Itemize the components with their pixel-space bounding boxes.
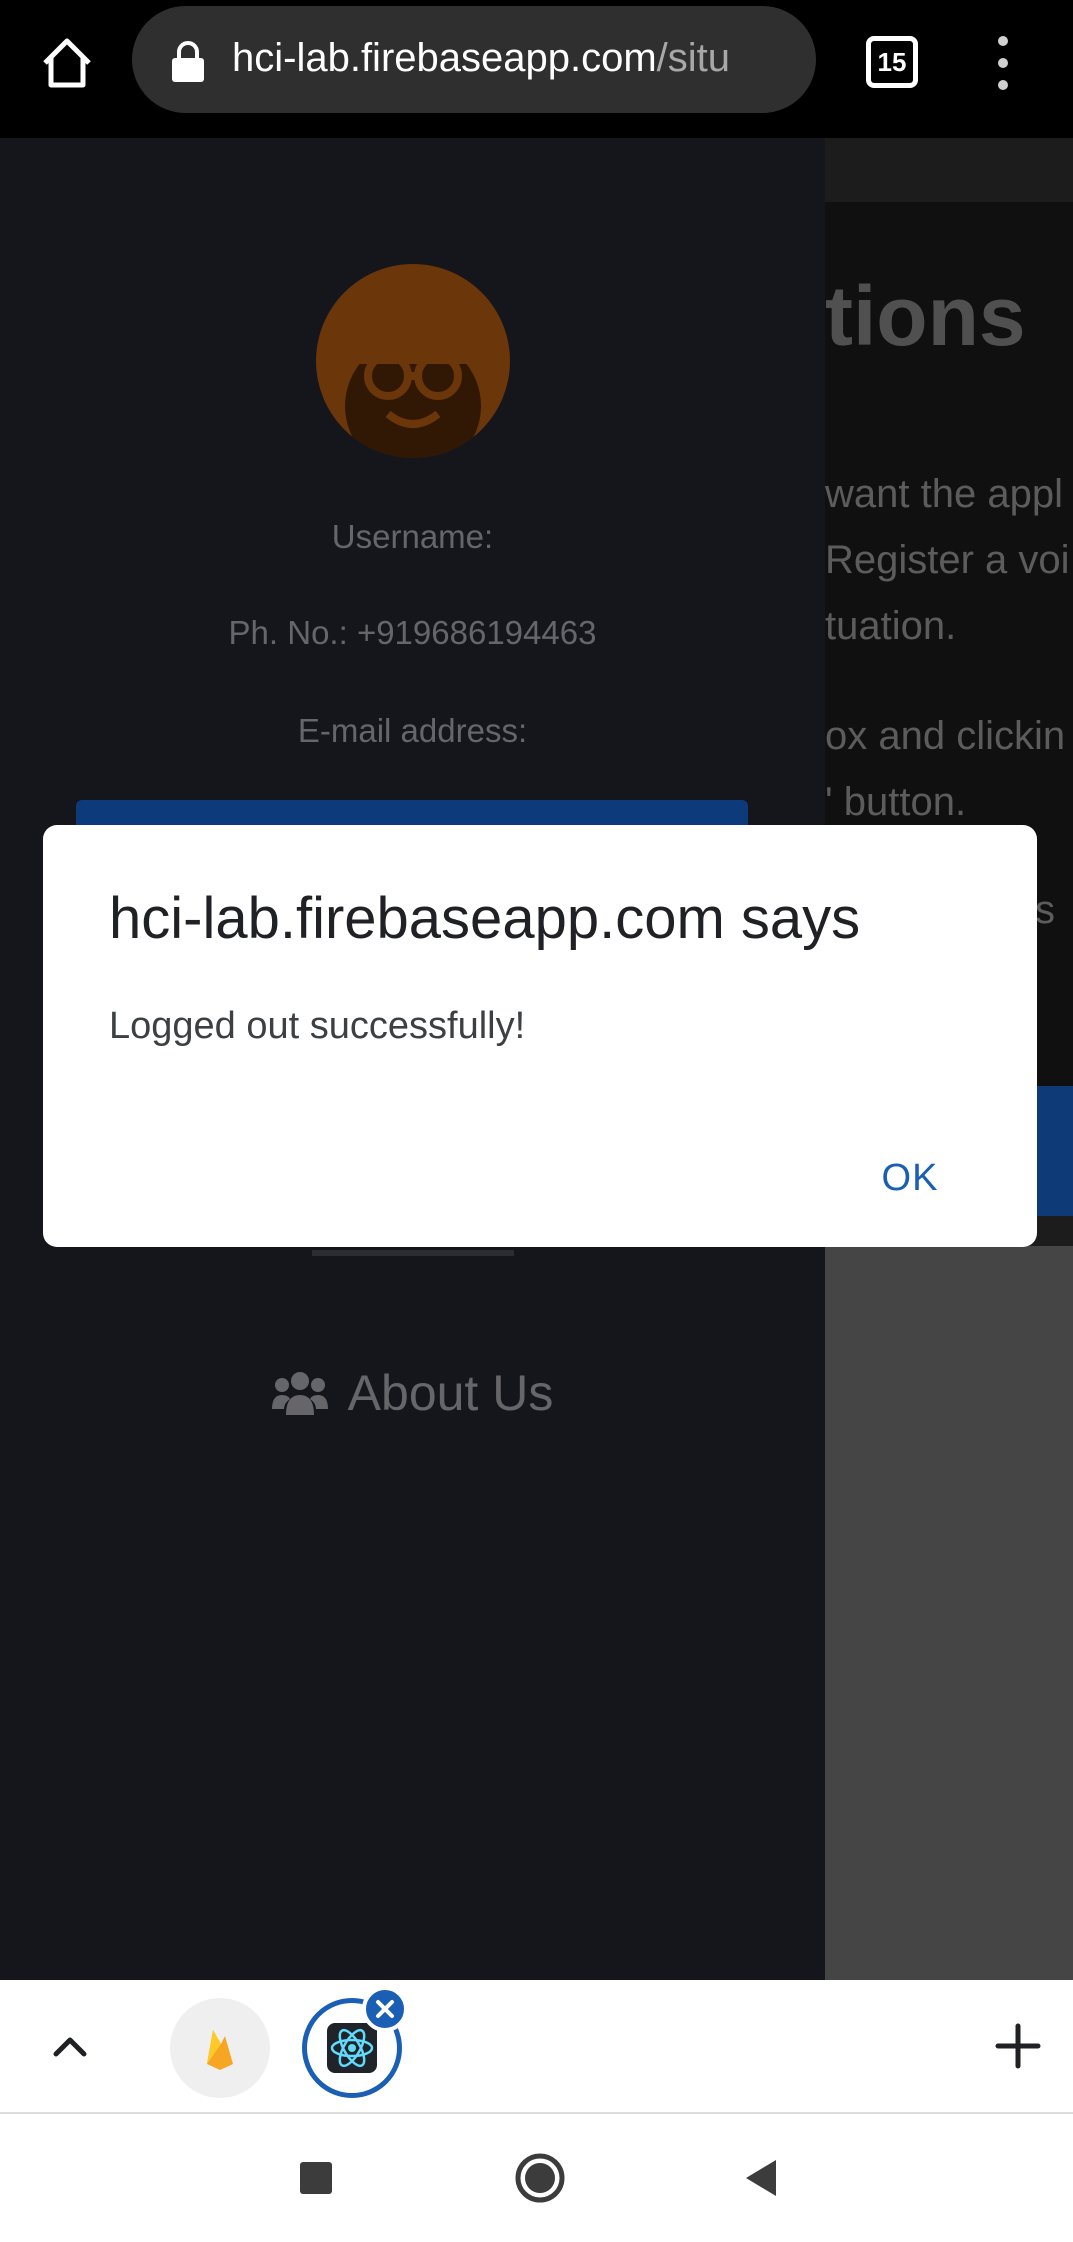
main-line-1: want the appl — [825, 472, 1063, 516]
tab-firebase[interactable] — [170, 1998, 270, 2098]
square-icon — [300, 2162, 332, 2194]
close-tab-button[interactable] — [362, 1986, 408, 2032]
about-us-link[interactable]: About Us — [0, 1364, 825, 1422]
circle-icon — [515, 2153, 565, 2203]
more-menu-button[interactable] — [980, 30, 1026, 96]
url-domain: hci-lab.firebaseapp.com — [232, 36, 657, 80]
dialog-title: hci-lab.firebaseapp.com says — [109, 886, 861, 951]
divider — [312, 1250, 514, 1256]
system-nav-bar — [0, 2114, 1073, 2242]
main-title: tions — [825, 269, 1026, 363]
more-vert-icon — [998, 36, 1008, 46]
main-line-6: s — [1035, 888, 1055, 932]
tab-switcher-button[interactable]: 15 — [860, 30, 926, 96]
home-nav-button[interactable] — [510, 2148, 570, 2208]
home-button[interactable] — [30, 26, 104, 100]
url-text: hci-lab.firebaseapp.com/situ — [232, 36, 792, 81]
dialog-message: Logged out successfully! — [109, 1005, 526, 1047]
tab-count: 15 — [866, 36, 918, 88]
users-icon — [271, 1372, 328, 1415]
close-icon — [376, 2000, 394, 2018]
recents-button[interactable] — [286, 2148, 346, 2208]
main-line-2: Register a voi — [825, 538, 1070, 582]
main-header-strip — [825, 138, 1073, 202]
ok-button[interactable]: OK — [855, 1143, 965, 1213]
about-us-label: About Us — [347, 1365, 554, 1421]
main-line-5: ' button. — [825, 780, 967, 824]
browser-toolbar: hci-lab.firebaseapp.com/situ 15 — [0, 0, 1073, 138]
tab-group-strip — [0, 1980, 1073, 2114]
url-path: /situ — [656, 36, 731, 80]
username-label: Username: — [331, 518, 494, 555]
phone-label: Ph. No.: +919686194463 — [228, 614, 597, 651]
main-line-3: tuation. — [825, 604, 957, 648]
back-button[interactable] — [730, 2148, 790, 2208]
alert-dialog: hci-lab.firebaseapp.com says Logged out … — [43, 825, 1037, 1247]
chevron-up-icon[interactable] — [40, 2016, 100, 2076]
url-bar[interactable]: hci-lab.firebaseapp.com/situ — [132, 6, 816, 113]
react-icon — [327, 2023, 377, 2073]
firebase-icon — [207, 2030, 233, 2070]
main-bottom-panel — [825, 1246, 1073, 1980]
avatar-glasses-icon — [316, 264, 510, 458]
main-line-4: ox and clickin — [825, 714, 1066, 758]
lock-icon — [172, 41, 204, 82]
back-triangle-icon — [746, 2160, 776, 2196]
plus-icon[interactable] — [988, 2016, 1048, 2076]
home-icon — [43, 38, 91, 88]
email-label: E-mail address: — [297, 712, 528, 749]
